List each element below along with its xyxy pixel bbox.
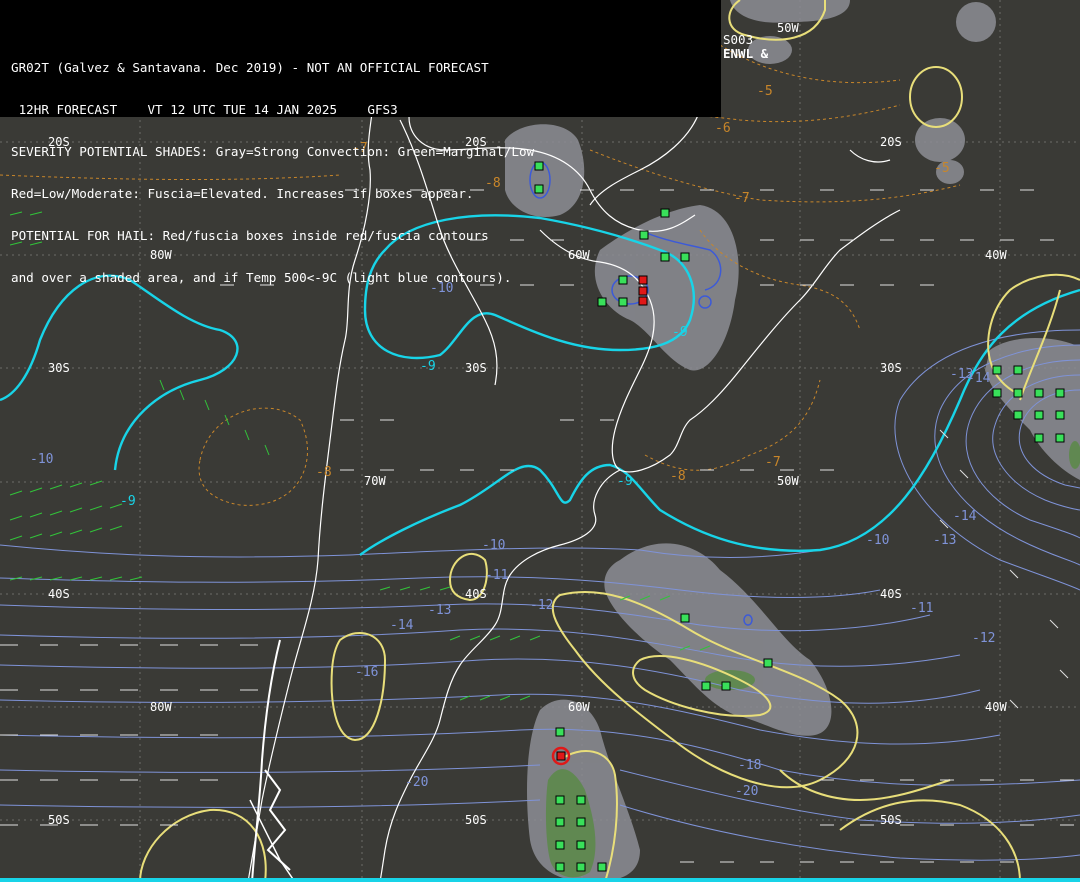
green-box xyxy=(992,365,1002,375)
thickness-label: -8 xyxy=(670,469,686,484)
lat-label: 30S xyxy=(48,361,70,375)
header-title: GR02T (Galvez & Santavana. Dec 2019) - N… xyxy=(11,61,489,75)
green-box xyxy=(1034,433,1044,443)
green-box xyxy=(1055,433,1065,443)
temp-label: -10 xyxy=(30,452,53,467)
thickness-label: -8 xyxy=(316,465,332,480)
green-box xyxy=(597,862,607,872)
green-box xyxy=(555,817,565,827)
temp-label: -9 xyxy=(420,359,436,374)
temp-label: -14 xyxy=(390,618,414,633)
thickness-label: -5 xyxy=(757,84,773,99)
temp-label: -9 xyxy=(120,494,136,509)
temp-label: -12 xyxy=(972,631,995,646)
red-box xyxy=(556,751,566,761)
thickness-label: -7 xyxy=(765,455,781,470)
lon-label: 60W xyxy=(568,700,590,714)
green-box xyxy=(576,795,586,805)
header-valid-time: 12HR FORECAST VT 12 UTC TUE 14 JAN 2025 … xyxy=(11,103,398,117)
temp-label: -11 xyxy=(485,568,508,583)
green-box xyxy=(618,297,628,307)
green-box xyxy=(1034,410,1044,420)
lat-label: 50S xyxy=(880,813,902,827)
lat-label: 30S xyxy=(465,361,487,375)
green-box xyxy=(1013,410,1023,420)
green-box xyxy=(1013,388,1023,398)
lon-label: 40W xyxy=(985,248,1007,262)
temp-label: -16 xyxy=(355,665,378,680)
green-box xyxy=(721,681,731,691)
lon-label: 40W xyxy=(985,700,1007,714)
lon-label: 50W xyxy=(777,474,799,488)
thickness-label: -7 xyxy=(734,191,750,206)
corner-code: S003 ENWL & xyxy=(723,32,769,61)
green-box xyxy=(555,727,565,737)
green-box xyxy=(555,795,565,805)
green-box xyxy=(555,862,565,872)
temp-label: -20 xyxy=(405,775,428,790)
green-box xyxy=(701,681,711,691)
temp-label: -14 xyxy=(953,509,977,524)
temp-label: -9 xyxy=(672,325,688,340)
lat-label: 50S xyxy=(48,813,70,827)
green-box xyxy=(576,817,586,827)
lon-label: 70W xyxy=(364,474,386,488)
temp-label: -18 xyxy=(738,758,761,773)
lat-label: 40S xyxy=(880,587,902,601)
green-box xyxy=(555,840,565,850)
green-box xyxy=(1055,388,1065,398)
temp-label: -13 xyxy=(428,603,451,618)
header-hail-condition: and over a shaded area, and if Temp 500<… xyxy=(11,271,512,285)
temp-label: -12 xyxy=(530,598,553,613)
green-box xyxy=(1034,388,1044,398)
temp-label: -14 xyxy=(967,371,991,386)
green-box xyxy=(597,297,607,307)
green-box xyxy=(763,658,773,668)
green-box xyxy=(576,840,586,850)
header-legend-colors: Red=Low/Moderate: Fuscia=Elevated. Incre… xyxy=(11,187,474,201)
header-hail-info: POTENTIAL FOR HAIL: Red/fuscia boxes ins… xyxy=(11,229,489,243)
lat-label: 20S xyxy=(880,135,902,149)
green-box xyxy=(992,388,1002,398)
lat-label: 40S xyxy=(48,587,70,601)
lat-label: 50S xyxy=(465,813,487,827)
temp-label: -10 xyxy=(482,538,505,553)
temp-label: -20 xyxy=(735,784,758,799)
temp-label: -13 xyxy=(933,533,956,548)
header-legend-shades: SEVERITY POTENTIAL SHADES: Gray=Strong C… xyxy=(11,145,535,159)
temp-label: -11 xyxy=(910,601,933,616)
forecast-header: GR02T (Galvez & Santavana. Dec 2019) - N… xyxy=(0,0,721,285)
lon-label: 80W xyxy=(150,700,172,714)
thickness-label: -5 xyxy=(934,161,950,176)
green-box xyxy=(1055,410,1065,420)
lat-label: 30S xyxy=(880,361,902,375)
temp-label: -10 xyxy=(866,533,889,548)
temp-label: -9 xyxy=(617,474,633,489)
lat-label: 40S xyxy=(465,587,487,601)
green-box xyxy=(680,613,690,623)
lon-label: 50W xyxy=(777,21,799,35)
green-box xyxy=(1013,365,1023,375)
green-box xyxy=(576,862,586,872)
